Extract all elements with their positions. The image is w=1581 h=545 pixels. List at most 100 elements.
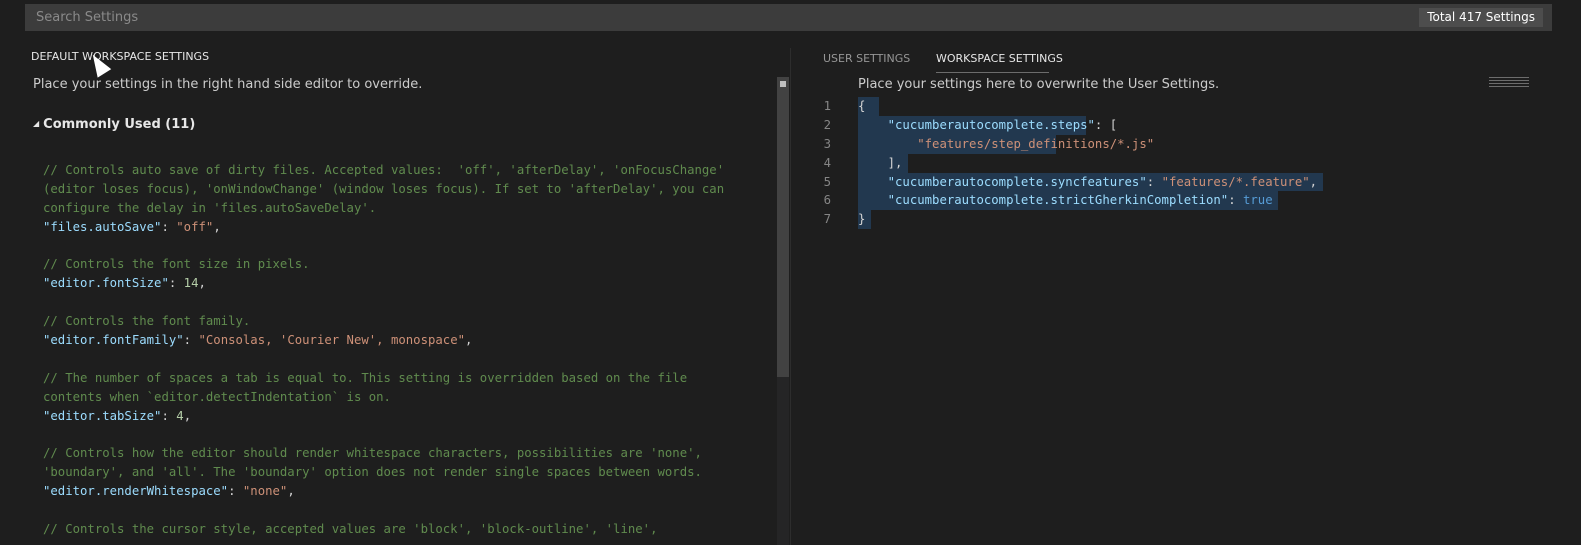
token-punc	[858, 118, 888, 132]
tab-user-settings[interactable]: USER SETTINGS	[823, 52, 910, 65]
setting-key: "editor.fontSize"	[43, 276, 169, 291]
tab-workspace-settings[interactable]: WORKSPACE SETTINGS	[936, 52, 1063, 65]
code-punctuation: ,	[213, 219, 221, 234]
code-punctuation: :	[161, 408, 177, 423]
code-line: "editor.fontSize": 14,	[43, 274, 778, 293]
code-line: // Controls auto save of dirty files. Ac…	[43, 161, 778, 180]
token-punc	[858, 137, 917, 151]
token-punc: {	[858, 99, 866, 113]
line-number: 7	[823, 212, 831, 227]
token-punc	[858, 175, 888, 189]
editor-line-text: ],	[858, 154, 903, 173]
setting-key: "editor.tabSize"	[43, 408, 162, 423]
token-punc: ],	[858, 155, 903, 170]
code-line: // Controls how the editor should render…	[43, 444, 778, 463]
code-line: (editor loses focus), 'onWindowChange' (…	[43, 180, 778, 199]
code-line: "editor.renderWhitespace": "none",	[43, 482, 778, 501]
code-comment: // Controls the font size in pixels.	[43, 257, 310, 272]
code-comment: // Controls how the editor should render…	[43, 446, 702, 461]
code-comment: // Controls the font family.	[43, 314, 251, 329]
search-box[interactable]: Total 417 Settings	[25, 4, 1552, 31]
commonly-used-group-header[interactable]: ◢ Commonly Used (11)	[33, 117, 195, 132]
token-str: "features/step_definitions/*.js"	[917, 136, 1155, 151]
token-bool: true	[1243, 193, 1273, 208]
active-tab-indicator	[936, 72, 1049, 73]
code-punctuation: ,	[183, 408, 192, 423]
default-settings-title: DEFAULT WORKSPACE SETTINGS	[31, 50, 210, 63]
code-comment: configure the delay in 'files.autoSaveDe…	[43, 200, 377, 215]
default-settings-note: Place your settings in the right hand si…	[33, 77, 423, 92]
code-line: // Controls the font family.	[43, 312, 778, 331]
minimap[interactable]	[1489, 77, 1529, 89]
token-punc	[858, 193, 888, 207]
default-settings-code[interactable]: // Controls auto save of dirty files. Ac…	[43, 161, 778, 539]
search-input[interactable]	[25, 4, 1427, 31]
token-punc: :	[1228, 193, 1243, 208]
setting-value: "off"	[176, 219, 214, 234]
code-comment: contents when `editor.detectIndentation`…	[43, 389, 391, 404]
token-key: "cucumberautocomplete.steps"	[887, 117, 1095, 132]
code-punctuation: :	[168, 276, 184, 291]
token-punc: :	[1146, 174, 1162, 189]
editor-line: 3 "features/step_definitions/*.js"	[791, 134, 1581, 154]
token-punc: }	[858, 212, 866, 227]
setting-value: 4	[176, 408, 184, 423]
code-line: contents when `editor.detectIndentation`…	[43, 388, 778, 407]
default-settings-panel: DEFAULT WORKSPACE SETTINGS Place your se…	[0, 40, 790, 545]
editor-line-text: "cucumberautocomplete.syncfeatures": "fe…	[858, 173, 1317, 192]
line-number: 6	[823, 193, 831, 208]
code-line: "editor.tabSize": 4,	[43, 407, 778, 426]
setting-value: 14	[183, 276, 199, 291]
code-punctuation: :	[228, 484, 243, 499]
workspace-settings-note: Place your settings here to overwrite th…	[858, 77, 1220, 92]
editor-line: 7}	[791, 210, 1581, 230]
editor-line: 4 ],	[791, 153, 1581, 173]
token-punc: : [	[1094, 117, 1118, 132]
code-line: "files.autoSave": "off",	[43, 218, 778, 237]
editor-line-text: {	[858, 97, 865, 116]
scrollbar-thumb[interactable]	[777, 77, 789, 377]
settings-header: Total 417 Settings	[0, 0, 1581, 40]
code-punctuation: ,	[198, 276, 206, 291]
code-punctuation: ,	[465, 333, 473, 348]
line-number: 2	[823, 117, 831, 132]
settings-count-badge: Total 417 Settings	[1419, 8, 1543, 27]
token-punc: ,	[1309, 174, 1318, 189]
setting-key: "editor.renderWhitespace"	[43, 484, 229, 499]
workspace-settings-panel: USER SETTINGS WORKSPACE SETTINGS Place y…	[791, 40, 1581, 545]
editor-line-text: "cucumberautocomplete.steps": [	[858, 116, 1118, 135]
code-punctuation: ,	[287, 484, 295, 499]
token-key: "cucumberautocomplete.strictGherkinCompl…	[887, 193, 1229, 208]
token-key: "cucumberautocomplete.syncfeatures"	[887, 174, 1147, 189]
code-comment: (editor loses focus), 'onWindowChange' (…	[43, 181, 725, 196]
editor-line-text: "features/step_definitions/*.js"	[858, 135, 1154, 154]
scrollbar-marker	[780, 81, 786, 87]
setting-value: "Consolas, 'Courier New', monospace"	[198, 333, 466, 348]
code-line: // Controls the cursor style, accepted v…	[43, 520, 778, 539]
line-number: 5	[823, 174, 831, 189]
line-number: 4	[823, 155, 831, 170]
line-number: 1	[823, 99, 831, 113]
code-comment: // Controls the cursor style, accepted v…	[43, 521, 658, 536]
workspace-settings-editor[interactable]: 1{2 "cucumberautocomplete.steps": [3 "fe…	[791, 97, 1581, 230]
editor-line: 2 "cucumberautocomplete.steps": [	[791, 115, 1581, 135]
line-number: 3	[823, 136, 831, 151]
code-comment: 'boundary', and 'all'. The 'boundary' op…	[43, 465, 702, 480]
editor-line: 1{	[791, 97, 1581, 116]
code-line: 'boundary', and 'all'. The 'boundary' op…	[43, 463, 778, 482]
group-label: Commonly Used (11)	[43, 117, 196, 132]
code-line: // The number of spaces a tab is equal t…	[43, 369, 778, 388]
collapse-triangle-icon[interactable]: ◢	[33, 119, 39, 128]
code-punctuation: :	[183, 333, 199, 348]
code-line: "editor.fontFamily": "Consolas, 'Courier…	[43, 331, 778, 350]
setting-key: "files.autoSave"	[43, 219, 162, 234]
editor-line-text: }	[858, 210, 865, 229]
code-line: // Controls the font size in pixels.	[43, 255, 778, 274]
code-punctuation: :	[161, 219, 177, 234]
token-str: "features/*.feature"	[1161, 174, 1310, 189]
